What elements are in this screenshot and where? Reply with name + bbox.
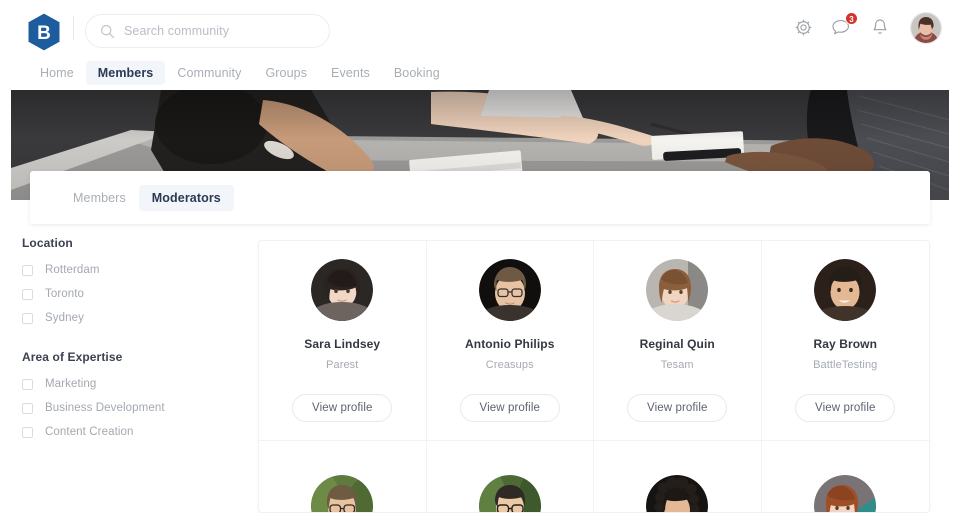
member-avatar-image [311,259,374,321]
nav-item-groups[interactable]: Groups [253,61,319,85]
filter-title-expertise: Area of Expertise [22,350,123,364]
search-input[interactable] [124,24,304,38]
view-profile-button[interactable]: View profile [627,394,728,422]
members-grid: Sara Lindsey Parest View profile Antonio… [258,240,930,513]
tab-moderators[interactable]: Moderators [138,184,234,211]
members-row [259,441,930,512]
hexagon-logo-icon: B [28,13,60,51]
nav-item-events[interactable]: Events [319,61,382,85]
member-avatar [814,475,877,512]
filter-option-rotterdam[interactable]: Rotterdam [22,264,237,276]
filter-option-business-development[interactable]: Business Development [22,402,237,414]
search-icon [100,24,115,38]
filter-option-content-creation[interactable]: Content Creation [22,426,237,438]
checkbox-icon[interactable] [22,426,33,438]
member-card-row2-2[interactable] [427,441,594,512]
member-card-row2-3[interactable] [594,441,762,512]
top-bar: B Search community 3 [0,0,960,55]
member-avatar-image [478,475,541,512]
notifications-button[interactable] [869,17,890,38]
user-avatar-image [911,12,941,43]
member-avatar-image [814,475,877,512]
member-role: Creasups [485,359,534,371]
member-avatar-image [646,475,709,512]
nav-item-community[interactable]: Community [165,61,253,85]
messages-badge: 3 [845,12,858,25]
main-nav: Home Members Community Groups Events Boo… [0,55,960,90]
view-profile-button[interactable]: View profile [795,394,896,422]
filter-title-location: Location [22,236,73,250]
member-name: Antonio Philips [465,337,555,351]
member-card-reginal-quin[interactable]: Reginal Quin Tesam View profile [594,241,762,441]
filter-label: Sydney [45,312,84,324]
filter-label: Content Creation [45,426,134,438]
svg-text:B: B [37,23,51,44]
member-card-antonio-philips[interactable]: Antonio Philips Creasups View profile [427,241,594,441]
view-profile-button[interactable]: View profile [459,394,560,422]
checkbox-icon[interactable] [22,312,33,324]
member-avatar [814,259,877,321]
filter-option-marketing[interactable]: Marketing [22,378,237,390]
page-root: B Search community 3 Home Members Commun… [0,0,960,513]
member-card-ray-brown[interactable]: Ray Brown BattleTesting View profile [762,241,930,441]
avatar[interactable] [910,11,942,44]
member-avatar [311,259,374,321]
filter-label: Toronto [45,288,85,300]
checkbox-icon[interactable] [22,288,33,300]
checkbox-icon[interactable] [22,378,33,390]
gear-icon [795,19,812,36]
filter-label: Marketing [45,378,97,390]
member-card-row2-1[interactable] [259,441,427,512]
member-avatar-image [311,475,374,512]
member-avatar-image [814,259,877,321]
header-divider [73,16,74,40]
nav-item-booking[interactable]: Booking [382,61,452,85]
member-name: Sara Lindsey [304,337,381,351]
checkbox-icon[interactable] [22,402,33,414]
topbar-actions: 3 [793,0,942,55]
filters-sidebar: Location Rotterdam Toronto Sydney Area o… [22,236,237,464]
member-avatar [478,259,541,321]
member-avatar-image [646,259,709,321]
filter-group-expertise: Area of Expertise Marketing Business Dev… [22,350,237,438]
view-profile-button[interactable]: View profile [292,394,393,422]
member-card-row2-4[interactable] [762,441,930,512]
nav-item-members[interactable]: Members [85,60,166,85]
tabs-card: Members Moderators [30,171,930,224]
settings-button[interactable] [793,17,814,38]
member-avatar [478,475,541,512]
member-name: Reginal Quin [639,337,715,351]
members-row: Sara Lindsey Parest View profile Antonio… [259,241,929,441]
filter-label: Rotterdam [45,264,100,276]
messages-button[interactable]: 3 [831,12,858,38]
member-avatar-image [478,259,541,321]
member-card-sara-lindsey[interactable]: Sara Lindsey Parest View profile [259,241,427,441]
filter-option-toronto[interactable]: Toronto [22,288,237,300]
search-box[interactable] [85,14,330,48]
member-avatar [646,259,709,321]
member-role: Tesam [660,359,694,371]
member-name: Ray Brown [813,337,878,351]
filter-option-sydney[interactable]: Sydney [22,312,237,324]
member-role: BattleTesting [813,359,878,371]
member-role: Parest [326,359,359,371]
brand-logo[interactable]: B [24,12,64,52]
filter-label: Business Development [45,402,165,414]
nav-item-home[interactable]: Home [28,61,86,85]
tab-members[interactable]: Members [60,185,139,211]
filter-group-location: Location Rotterdam Toronto Sydney [22,236,237,324]
member-avatar [311,475,374,512]
bell-icon [872,19,887,34]
member-avatar [646,475,709,512]
checkbox-icon[interactable] [22,264,33,276]
